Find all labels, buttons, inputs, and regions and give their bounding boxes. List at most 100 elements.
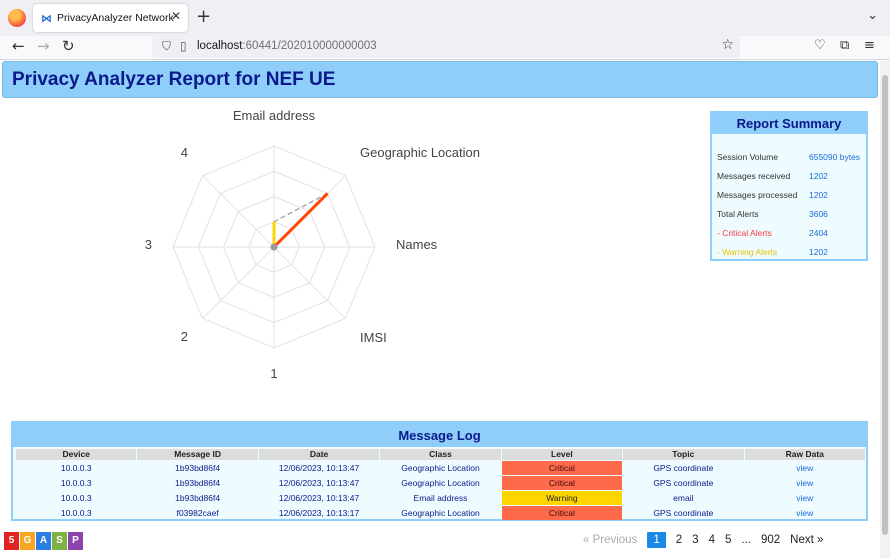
bookmark-star-icon[interactable]: ☆ [721,37,734,53]
radar-axis-label: Names [396,237,438,252]
page-button[interactable]: 4 [709,534,715,546]
url-bar[interactable]: ⛉ ▯ localhost:60441/202010000000003 ☆ [152,36,740,58]
app-favicon-icon: ⋈ [41,11,52,25]
browser-tab-bar: ⋈ PrivacyAnalyzer Network Applic ✕ + ⌄ [0,0,890,36]
cell-topic: GPS coordinate [653,463,714,473]
page-button[interactable]: 3 [692,534,698,546]
summary-row-messages-processed: Messages processed 1202 [717,190,867,200]
view-raw-link[interactable]: view [745,461,865,475]
cell-device: 10.0.0.3 [60,478,92,488]
page-title: Privacy Analyzer Report for NEF UE [12,69,336,90]
chevron-down-icon[interactable]: ⌄ [867,8,878,23]
cell-device: 10.0.0.3 [60,463,92,473]
logo-letter: G [20,532,35,550]
column-header[interactable]: Message ID [137,449,258,460]
page-button[interactable]: 2 [676,534,682,546]
logo-letter: 5 [4,532,19,550]
close-icon[interactable]: ✕ [171,9,181,23]
page-button[interactable]: 5 [725,534,731,546]
radar-series-group [270,192,329,251]
report-summary-title: Report Summary [712,113,866,134]
cell-message-id: 1b93bd86f4 [175,478,221,488]
pagination: « Previous 1 2 3 4 5... 902 Next » [578,530,828,550]
column-header[interactable]: Raw Data [744,449,865,460]
logo-letter: S [52,532,67,550]
radar-axis-label: Email address [233,108,316,123]
summary-row-session-volume: Session Volume 655090 bytes [717,152,867,162]
radar-axis-label: 4 [181,145,188,160]
page-scrollbar[interactable] [880,61,890,558]
menu-icon[interactable]: ≡ [864,38,875,53]
message-log-title: Message Log [13,423,866,447]
cell-level: Critical [501,476,623,490]
summary-label: Total Alerts [717,209,759,219]
cell-date: 12/06/2023, 10:13:17 [278,508,360,518]
summary-label: Messages received [717,171,791,181]
column-header[interactable]: Date [258,449,380,460]
browser-nav-bar: ← → ↻ ⛉ ▯ localhost:60441/20201000000000… [0,36,890,60]
previous-page-button[interactable]: « Previous [583,534,637,546]
shield-icon[interactable]: ⛉ [162,39,171,54]
column-header[interactable]: Class [380,449,501,460]
cell-topic: GPS coordinate [653,508,714,518]
report-summary-panel: Report Summary Session Volume 655090 byt… [710,111,868,261]
summary-row-messages-received: Messages received 1202 [717,171,867,181]
page-ellipsis: ... [741,534,751,546]
scrollbar-thumb[interactable] [882,75,888,535]
cell-message-id: f03982caef [176,508,219,518]
5gasp-logo: 5GASP [4,532,84,550]
radar-axis-label: 2 [181,329,188,344]
cell-date: 12/06/2023, 10:13:47 [278,478,360,488]
view-raw-link[interactable]: view [745,491,865,505]
view-raw-link[interactable]: view [745,506,865,520]
table-row: 10.0.0.3 1b93bd86f4 12/06/2023, 10:13:47 Ge… [16,461,865,475]
firefox-icon[interactable] [8,9,26,27]
cell-message-id: 1b93bd86f4 [175,493,221,503]
column-header[interactable]: Device [16,449,137,460]
column-header[interactable]: Topic [623,449,744,460]
radar-axis-label: 1 [270,366,277,381]
radar-chart: Email address Geographic Location Names IMS… [145,108,480,381]
next-page-button[interactable]: Next » [790,534,823,546]
tab-title: PrivacyAnalyzer Network Applic [57,12,175,24]
url-text[interactable]: localhost:60441/202010000000003 [197,40,377,52]
table-row: 10.0.0.3 1b93bd86f4 12/06/2023, 10:13:47 Em… [16,491,865,505]
pocket-icon[interactable]: ♡ [814,38,826,53]
reload-icon[interactable]: ↻ [62,37,75,55]
page-button[interactable]: 902 [761,534,780,546]
forward-arrow-icon[interactable]: → [37,37,50,55]
cell-level: Warning [501,491,623,505]
radar-axis-label: Geographic Location [360,145,480,160]
radar-axis-labels: Email address Geographic Location Names IMS… [145,108,480,381]
new-tab-icon[interactable]: + [196,6,211,27]
cell-class: Geographic Location [401,463,480,473]
radar-axis-label: IMSI [360,330,387,345]
cell-level: Critical [501,506,623,520]
summary-row-critical-alerts: - Critical Alerts 2404 [717,228,867,238]
table-header-row: Device Message ID Date Class Level Topic… [16,449,865,460]
extensions-icon[interactable]: ⧉ [840,38,849,53]
radar-series-line [272,192,329,249]
column-header[interactable]: Level [501,449,623,460]
radar-center-point [270,243,278,251]
cell-level: Critical [501,461,623,475]
summary-label: Session Volume [717,152,778,162]
cell-device: 10.0.0.3 [60,508,92,518]
message-log-panel: Message Log Device Message ID Date Class… [11,421,868,521]
summary-label: Messages processed [717,190,798,200]
summary-label: - Warning Alerts [717,247,778,257]
summary-value: 655090 bytes [809,152,861,162]
summary-value: 2404 [809,228,828,238]
page-button[interactable]: 1 [647,532,666,548]
cell-topic: email [673,493,694,503]
summary-row-warning-alerts: - Warning Alerts 1202 [717,247,867,257]
browser-tab[interactable]: ⋈ PrivacyAnalyzer Network Applic ✕ [33,4,188,32]
page-icon[interactable]: ▯ [180,39,187,53]
summary-value: 1202 [809,171,828,181]
summary-value: 1202 [809,190,828,200]
message-log-table: Device Message ID Date Class Level Topic… [15,448,866,521]
radar-axis-label: 3 [145,237,152,252]
back-arrow-icon[interactable]: ← [12,37,25,55]
cell-class: Geographic Location [401,508,480,518]
view-raw-link[interactable]: view [745,476,865,490]
